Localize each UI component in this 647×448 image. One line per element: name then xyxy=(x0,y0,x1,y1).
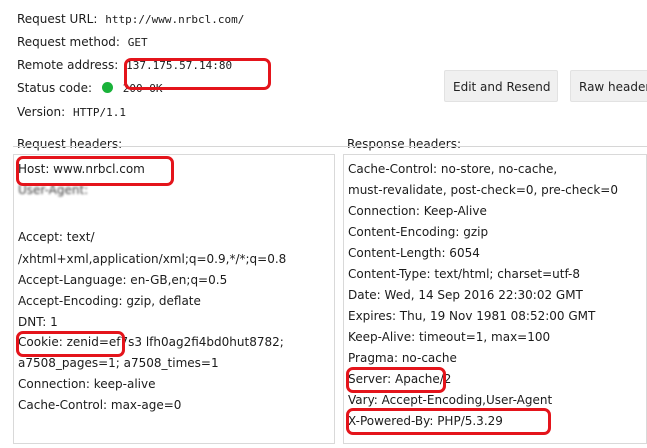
request-method-label: Request method: xyxy=(17,35,120,49)
request-url-row: Request URL: http://www.nrbcl.com/ xyxy=(17,12,244,26)
status-code-label: Status code: xyxy=(17,81,93,95)
http-version-value: HTTP/1.1 xyxy=(73,106,126,119)
section-divider xyxy=(13,146,647,147)
request-header-line: Host: www.nrbcl.com xyxy=(18,162,145,176)
status-code-row: Status code: 200 OK xyxy=(17,81,162,95)
response-header-line: Content-Length: 6054 xyxy=(348,246,480,260)
network-request-details: Request URL: http://www.nrbcl.com/ Reque… xyxy=(0,0,647,448)
response-header-line: must-revalidate, post-check=0, pre-check… xyxy=(348,183,618,197)
status-success-dot-icon xyxy=(101,82,113,93)
edit-and-resend-button[interactable]: Edit and Resend xyxy=(444,70,558,102)
response-header-line: Date: Wed, 14 Sep 2016 22:30:02 GMT xyxy=(348,288,583,302)
request-header-line: Accept-Encoding: gzip, deflate xyxy=(18,294,201,308)
request-method-row: Request method: GET xyxy=(17,35,148,49)
request-header-line: Connection: keep-alive xyxy=(18,377,156,391)
request-header-line: User-Agent: xyxy=(18,183,89,197)
remote-address-row: Remote address: 137.175.57.14:80 xyxy=(17,58,232,72)
request-header-line: a7508_pages=1; a7508_times=1 xyxy=(18,356,219,370)
request-url-label: Request URL: xyxy=(17,12,98,26)
request-header-line: DNT: 1 xyxy=(18,315,58,329)
response-header-line: Expires: Thu, 19 Nov 1981 08:52:00 GMT xyxy=(348,309,596,323)
request-summary: Request URL: http://www.nrbcl.com/ Reque… xyxy=(0,0,647,146)
request-header-line: Accept: text/ xyxy=(18,230,95,244)
response-header-line: Content-Type: text/html; charset=utf-8 xyxy=(348,267,581,281)
http-version-row: Version: HTTP/1.1 xyxy=(17,105,126,119)
request-header-line: /xhtml+xml,application/xml;q=0.9,*/*;q=0… xyxy=(18,252,287,266)
response-header-line: X-Powered-By: PHP/5.3.29 xyxy=(348,414,503,428)
request-headers-panel[interactable]: Host: www.nrbcl.com User-Agent: Accept: … xyxy=(13,154,335,444)
remote-address-label: Remote address: xyxy=(17,58,119,72)
response-header-line: Content-Encoding: gzip xyxy=(348,225,489,239)
status-code-value: 200 OK xyxy=(122,82,163,95)
request-method-value: GET xyxy=(127,36,148,49)
response-header-line: Cache-Control: no-store, no-cache, xyxy=(348,162,558,176)
response-header-line: Pragma: no-cache xyxy=(348,351,457,365)
request-url-value[interactable]: http://www.nrbcl.com/ xyxy=(105,13,244,26)
response-header-line: Vary: Accept-Encoding,User-Agent xyxy=(348,393,553,407)
http-version-label: Version: xyxy=(17,105,66,119)
response-header-line: Connection: Keep-Alive xyxy=(348,204,487,218)
request-header-line: Cache-Control: max-age=0 xyxy=(18,398,182,412)
response-header-line: Keep-Alive: timeout=1, max=100 xyxy=(348,330,551,344)
request-header-line: Cookie: zenid=ef7s3 lfh0ag2fi4bd0hut8782… xyxy=(18,335,284,349)
request-header-line: Accept-Language: en-GB,en;q=0.5 xyxy=(18,273,228,287)
raw-headers-button[interactable]: Raw headers xyxy=(570,70,647,102)
response-headers-panel[interactable]: Cache-Control: no-store, no-cache, must-… xyxy=(343,154,647,444)
response-header-line: Server: Apache/2 xyxy=(348,372,452,386)
response-headers-title: Response headers: xyxy=(347,137,462,151)
request-headers-title: Request headers: xyxy=(17,137,123,151)
remote-address-value[interactable]: 137.175.57.14:80 xyxy=(126,59,232,72)
